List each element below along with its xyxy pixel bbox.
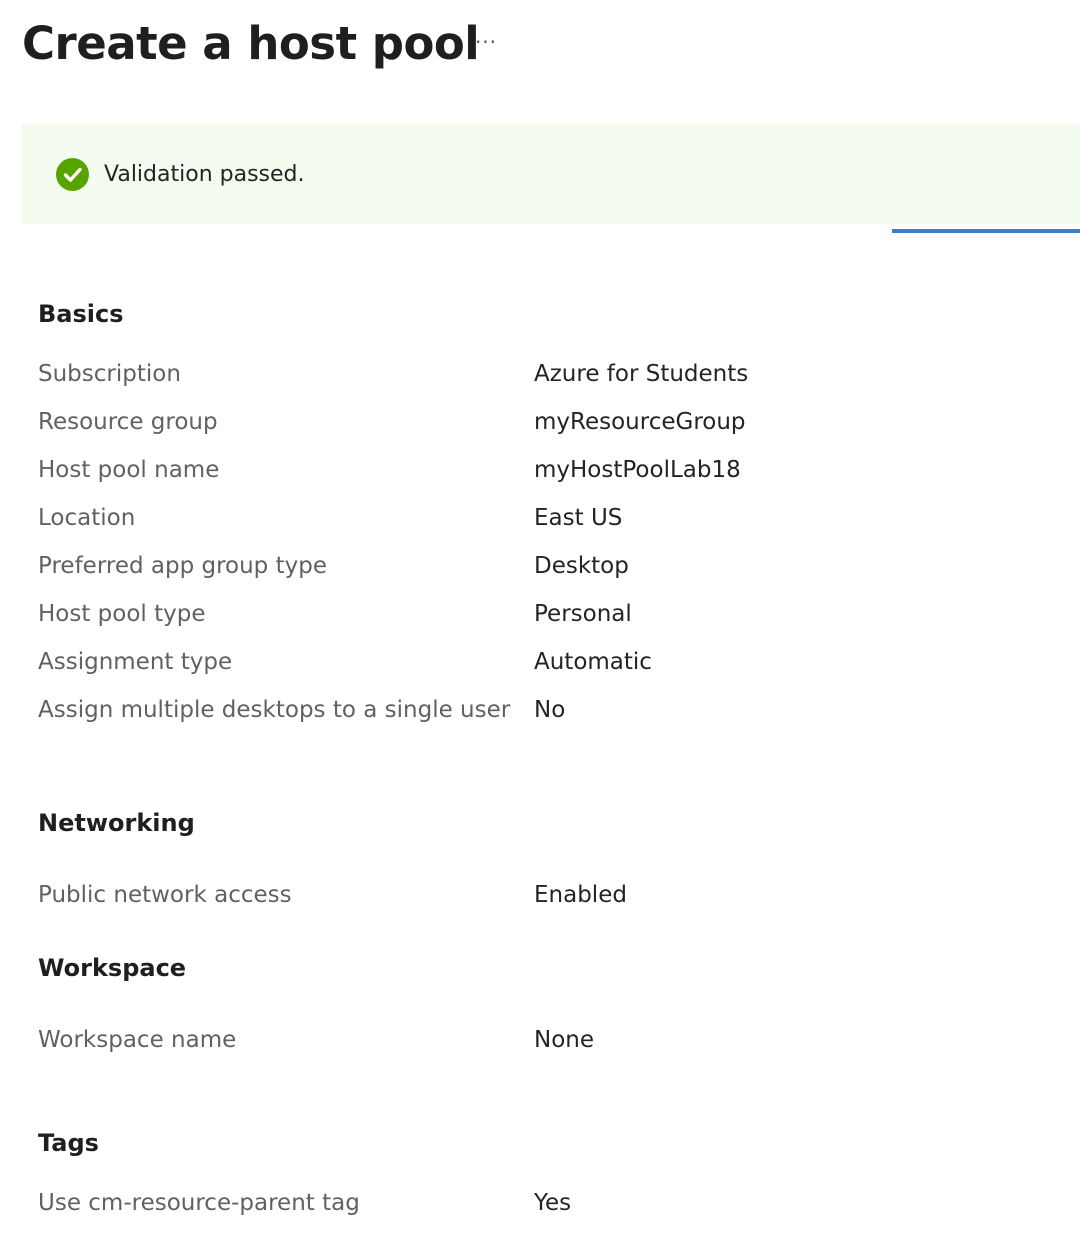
- section-heading-basics: Basics: [38, 300, 124, 328]
- row-value: Automatic: [534, 649, 652, 675]
- summary-row-host-pool-name: Host pool name myHostPoolLab18: [38, 453, 1038, 487]
- row-value: East US: [534, 505, 623, 531]
- row-value: myResourceGroup: [534, 409, 746, 435]
- summary-row-assign-multiple-desktops: Assign multiple desktops to a single use…: [38, 693, 1038, 727]
- row-value: Azure for Students: [534, 361, 749, 387]
- row-value: No: [534, 697, 566, 723]
- row-value: Personal: [534, 601, 632, 627]
- page-title: Create a host pool: [22, 17, 480, 70]
- row-value: None: [534, 1027, 595, 1053]
- section-heading-tags: Tags: [38, 1129, 99, 1157]
- row-label: Public network access: [38, 882, 292, 908]
- summary-row-assignment-type: Assignment type Automatic: [38, 645, 1038, 679]
- section-heading-workspace: Workspace: [38, 954, 187, 982]
- row-label: Assign multiple desktops to a single use…: [38, 697, 511, 723]
- row-label: Preferred app group type: [38, 553, 327, 579]
- row-label: Workspace name: [38, 1027, 237, 1053]
- summary-row-cm-resource-parent-tag: Use cm-resource-parent tag Yes: [38, 1186, 1038, 1220]
- row-label: Host pool name: [38, 457, 220, 483]
- checkmark-circle-icon: [56, 158, 89, 191]
- section-heading-networking: Networking: [38, 809, 195, 837]
- row-label: Subscription: [38, 361, 181, 387]
- summary-row-public-network-access: Public network access Enabled: [38, 878, 1038, 912]
- row-label: Resource group: [38, 409, 218, 435]
- validation-banner: Validation passed.: [22, 124, 1080, 224]
- row-value: myHostPoolLab18: [534, 457, 741, 483]
- more-options-button[interactable]: ···: [470, 26, 502, 58]
- summary-row-preferred-app-group-type: Preferred app group type Desktop: [38, 549, 1038, 583]
- validation-message: Validation passed.: [104, 162, 305, 187]
- summary-row-resource-group: Resource group myResourceGroup: [38, 405, 1038, 439]
- summary-row-location: Location East US: [38, 501, 1038, 535]
- row-value: Yes: [534, 1190, 572, 1216]
- summary-row-subscription: Subscription Azure for Students: [38, 357, 1038, 391]
- row-value: Desktop: [534, 553, 629, 579]
- summary-row-host-pool-type: Host pool type Personal: [38, 597, 1038, 631]
- row-label: Host pool type: [38, 601, 206, 627]
- row-value: Enabled: [534, 882, 627, 908]
- summary-row-workspace-name: Workspace name None: [38, 1023, 1038, 1057]
- progress-indicator: [892, 229, 1080, 233]
- row-label: Use cm-resource-parent tag: [38, 1190, 360, 1216]
- row-label: Location: [38, 505, 136, 531]
- row-label: Assignment type: [38, 649, 233, 675]
